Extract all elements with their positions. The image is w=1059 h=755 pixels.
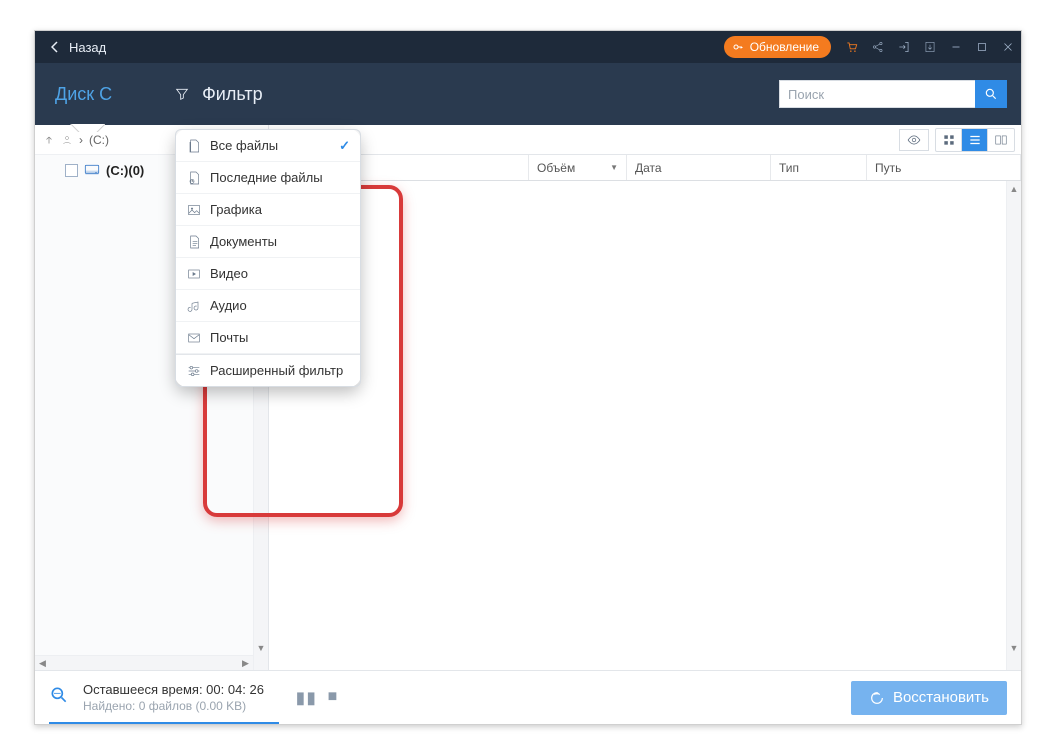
filter-item-graphics[interactable]: Графика: [176, 194, 360, 226]
share-icon: [871, 40, 885, 54]
filter-button[interactable]: Фильтр: [174, 84, 262, 105]
recover-label: Восстановить: [893, 689, 989, 706]
column-path[interactable]: Путь: [867, 155, 1021, 180]
check-icon: ✓: [339, 138, 350, 154]
filter-item-all[interactable]: Все файлы ✓: [176, 130, 360, 162]
filter-item-audio[interactable]: Аудио: [176, 290, 360, 322]
update-button[interactable]: Обновление: [724, 36, 831, 58]
search-input[interactable]: [779, 80, 975, 108]
filter-item-video[interactable]: Видео: [176, 258, 360, 290]
scan-remaining: Оставшееся время: 00: 04: 26: [83, 681, 264, 699]
share-button[interactable]: [865, 31, 891, 63]
view-detail-button[interactable]: [988, 129, 1014, 151]
body: › (C:) (C:)(0) ▲▼ ◀▶: [35, 125, 1021, 670]
image-icon: [186, 202, 202, 218]
active-tab-notch: [69, 124, 105, 132]
titlebar: Назад Обновление: [35, 31, 1021, 63]
user-icon: [61, 134, 73, 146]
cart-icon: [845, 40, 859, 54]
document-icon: [186, 234, 202, 250]
back-button[interactable]: Назад: [35, 31, 122, 63]
right-vertical-scrollbar[interactable]: ▲▼: [1006, 181, 1021, 670]
maximize-button[interactable]: [969, 31, 995, 63]
files-icon: [186, 138, 202, 154]
search-button[interactable]: [975, 80, 1007, 108]
filter-item-mail[interactable]: Почты: [176, 322, 360, 354]
view-list-button[interactable]: [962, 129, 988, 151]
scan-status-text: Оставшееся время: 00: 04: 26 Найдено: 0 …: [83, 681, 264, 715]
filter-icon: [174, 86, 190, 102]
up-arrow-icon[interactable]: [43, 134, 55, 146]
scan-found: Найдено: 0 файлов (0.00 KB): [83, 698, 264, 714]
preview-toggle[interactable]: [899, 129, 929, 151]
scan-progress-bar: [49, 722, 279, 724]
disk-icon: [84, 163, 100, 177]
view-mode-switch: [935, 128, 1015, 152]
chevron-left-icon: [51, 41, 59, 53]
search-icon: [984, 87, 998, 101]
stop-button[interactable]: ■: [328, 688, 338, 708]
detail-icon: [994, 133, 1008, 147]
footer: Оставшееся время: 00: 04: 26 Найдено: 0 …: [35, 670, 1021, 724]
sort-desc-icon: ▼: [610, 163, 618, 172]
export-icon: [923, 40, 937, 54]
list-icon: [968, 133, 982, 147]
path-text[interactable]: (C:): [89, 133, 109, 147]
maximize-icon: [975, 40, 989, 54]
filter-item-recent[interactable]: Последние файлы: [176, 162, 360, 194]
grid-icon: [942, 133, 956, 147]
tree-item-label: (C:)(0): [106, 163, 144, 178]
path-separator: ›: [79, 133, 83, 147]
close-icon: [1001, 40, 1015, 54]
scan-controls: ▮▮ ■: [296, 688, 337, 708]
scan-icon: [49, 685, 69, 705]
filter-item-documents[interactable]: Документы: [176, 226, 360, 258]
recent-icon: [186, 170, 202, 186]
right-panel: Объём▼ Дата Тип Путь ▲▼: [269, 125, 1021, 670]
column-size[interactable]: Объём▼: [529, 155, 627, 180]
update-label: Обновление: [750, 40, 819, 54]
mail-icon: [186, 330, 202, 346]
filter-label: Фильтр: [202, 84, 262, 105]
pause-button[interactable]: ▮▮: [296, 688, 318, 708]
recover-button[interactable]: Восстановить: [851, 681, 1007, 715]
tree-checkbox[interactable]: [65, 164, 78, 177]
search-box: [779, 80, 1007, 108]
export-button[interactable]: [917, 31, 943, 63]
minimize-button[interactable]: [943, 31, 969, 63]
back-label: Назад: [69, 40, 106, 55]
sliders-icon: [186, 363, 202, 379]
eye-icon: [907, 133, 921, 147]
filter-item-advanced[interactable]: Расширенный фильтр: [176, 354, 360, 386]
column-type[interactable]: Тип: [771, 155, 867, 180]
minimize-icon: [949, 40, 963, 54]
scan-status-icon: [49, 685, 69, 710]
view-grid-button[interactable]: [936, 129, 962, 151]
column-headers: Объём▼ Дата Тип Путь: [269, 155, 1021, 181]
app-window: Назад Обновление Диск C Фильтр: [34, 30, 1022, 725]
audio-icon: [186, 298, 202, 314]
subheader: Диск C Фильтр: [35, 63, 1021, 125]
location-label: Диск C: [49, 84, 118, 105]
key-icon: [732, 41, 744, 53]
view-toolbar: [269, 125, 1021, 155]
video-icon: [186, 266, 202, 282]
left-horizontal-scrollbar[interactable]: ◀▶: [35, 655, 253, 670]
file-list: [269, 181, 1021, 670]
cart-button[interactable]: [839, 31, 865, 63]
import-icon: [897, 40, 911, 54]
column-date[interactable]: Дата: [627, 155, 771, 180]
close-button[interactable]: [995, 31, 1021, 63]
import-button[interactable]: [891, 31, 917, 63]
filter-dropdown: Все файлы ✓ Последние файлы Графика Доку…: [175, 129, 361, 387]
restore-icon: [869, 690, 885, 706]
